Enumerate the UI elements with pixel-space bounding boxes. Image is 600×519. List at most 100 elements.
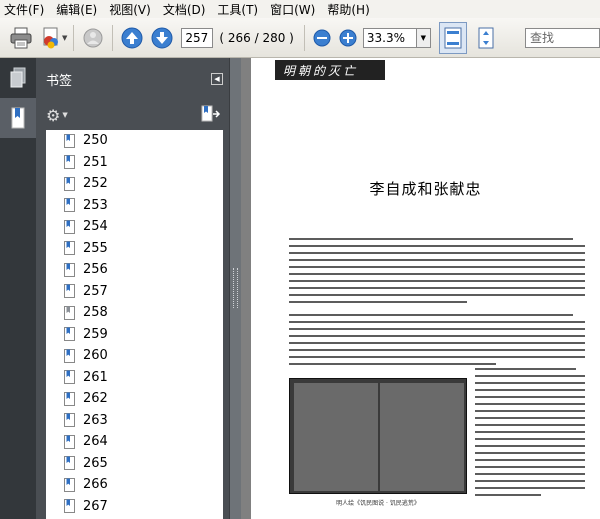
bookmark-item[interactable]: 264 [46, 431, 223, 453]
bookmark-item[interactable]: 251 [46, 152, 223, 174]
bookmark-label: 255 [83, 240, 108, 256]
bookmark-item[interactable]: 267 [46, 496, 223, 518]
pages-panel-button[interactable] [0, 58, 36, 98]
text-line [475, 382, 585, 384]
text-line [289, 245, 585, 247]
bookmark-item[interactable]: 263 [46, 410, 223, 432]
page-number-input[interactable]: 257 [181, 27, 214, 48]
bookmark-item[interactable]: 259 [46, 324, 223, 346]
search-input[interactable]: 查找 [525, 28, 600, 48]
text-line [475, 424, 585, 426]
printer-icon [10, 27, 32, 48]
toolbar: ▼ 257 ( 266 / 280 ) 33.3% ▼ 查找 [0, 18, 600, 58]
bookmark-item[interactable]: 253 [46, 195, 223, 217]
zoom-out-button[interactable] [311, 27, 333, 49]
fit-width-icon [444, 27, 462, 48]
image-caption: 明人绘《饥民图说 · 饥民逃荒》 [336, 500, 420, 507]
bookmark-item[interactable]: 265 [46, 453, 223, 475]
paragraph-block [289, 314, 585, 370]
document-area[interactable]: 明朝的灭亡 李自成和张献忠 明人绘《饥民图说 · 饥民逃荒》 [241, 58, 600, 519]
zoom-out-icon [313, 29, 331, 46]
text-line [289, 349, 585, 351]
text-line [475, 368, 577, 370]
toolbar-separator [112, 24, 114, 51]
arrow-down-icon [151, 27, 173, 48]
bookmarks-panel-button[interactable] [0, 98, 36, 138]
previous-page-button[interactable] [117, 23, 147, 53]
text-line [475, 445, 585, 447]
fit-page-button[interactable] [471, 23, 501, 53]
bookmark-item[interactable]: 254 [46, 216, 223, 238]
running-header: 明朝的灭亡 [275, 60, 385, 80]
menu-window[interactable]: 窗口(W) [270, 1, 315, 18]
text-line [475, 431, 585, 433]
panel-title: 书签 [46, 73, 73, 89]
collaborate-button[interactable] [78, 23, 108, 53]
bookmark-item[interactable]: 257 [46, 281, 223, 303]
bookmark-label: 253 [83, 197, 108, 213]
menu-edit[interactable]: 编辑(E) [56, 1, 97, 18]
menu-tools[interactable]: 工具(T) [217, 1, 258, 18]
text-line [289, 342, 585, 344]
panel-toolbar: ⚙ ▼ [36, 100, 229, 130]
bookmark-item[interactable]: 258 [46, 302, 223, 324]
gear-icon[interactable]: ⚙ [46, 106, 60, 125]
text-line [289, 363, 497, 365]
fit-width-button[interactable] [438, 21, 467, 54]
zoom-dropdown-button[interactable]: ▼ [416, 27, 431, 48]
menu-file[interactable]: 文件(F) [4, 1, 44, 18]
text-line [289, 328, 585, 330]
bookmark-item[interactable]: 255 [46, 238, 223, 260]
bookmark-icon [64, 391, 75, 406]
text-line [475, 410, 585, 412]
next-page-button[interactable] [147, 23, 177, 53]
bookmark-label: 250 [83, 133, 108, 149]
menu-document[interactable]: 文档(D) [163, 1, 206, 18]
illustration-panel-right [380, 383, 464, 491]
bookmark-item[interactable]: 262 [46, 388, 223, 410]
bookmark-item[interactable]: 261 [46, 367, 223, 389]
bookmark-item[interactable]: 266 [46, 474, 223, 496]
bookmark-label: 263 [83, 412, 108, 428]
print-button[interactable] [6, 23, 36, 53]
bookmark-icon [64, 499, 75, 514]
menu-view[interactable]: 视图(V) [109, 1, 151, 18]
bookmark-icon [64, 477, 75, 492]
illustration-panel-left [294, 383, 378, 491]
bookmark-icon [64, 305, 75, 320]
document-page: 明朝的灭亡 李自成和张献忠 明人绘《饥民图说 · 饥民逃荒》 [251, 58, 600, 519]
expand-bookmark-button[interactable] [201, 105, 221, 126]
bookmark-item[interactable]: 250 [46, 130, 223, 152]
text-line [289, 356, 585, 358]
bookmark-icon [64, 198, 75, 213]
text-line [289, 321, 585, 323]
panel-splitter[interactable] [229, 58, 241, 519]
text-line [475, 466, 585, 468]
chevron-left-icon: ◀ [214, 75, 220, 83]
bookmark-item[interactable]: 260 [46, 345, 223, 367]
bookmark-icon [64, 413, 75, 428]
bookmark-list: 250 251 252 253 254 255 256 257 258 259 260 261 262 2… [46, 130, 223, 519]
text-line [289, 335, 585, 337]
menu-help[interactable]: 帮助(H) [327, 1, 369, 18]
zoom-in-icon [339, 29, 357, 46]
zoom-in-button[interactable] [337, 27, 359, 49]
bookmark-label: 252 [83, 176, 108, 192]
bookmark-label: 254 [83, 219, 108, 235]
bookmark-label: 256 [83, 262, 108, 278]
chevron-down-icon[interactable]: ▼ [62, 111, 67, 119]
text-line [475, 438, 585, 440]
text-line [475, 459, 585, 461]
bookmark-item[interactable]: 256 [46, 259, 223, 281]
zoom-level-input[interactable]: 33.3% [362, 27, 417, 48]
bookmark-item[interactable]: 252 [46, 173, 223, 195]
bookmark-label: 260 [83, 348, 108, 364]
text-line [475, 480, 585, 482]
bookmark-icon [64, 133, 75, 148]
chevron-down-icon[interactable]: ▼ [62, 34, 67, 42]
bookmark-icon [64, 155, 75, 170]
collapse-panel-button[interactable]: ◀ [211, 73, 223, 85]
bookmark-label: 266 [83, 477, 108, 493]
text-line [475, 396, 585, 398]
splitter-grip[interactable] [233, 268, 238, 308]
